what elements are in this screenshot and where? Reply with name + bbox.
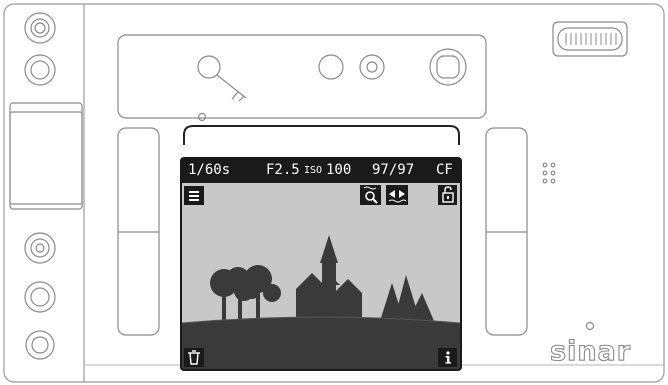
iso-label: ISO xyxy=(304,165,323,176)
magnifier-icon[interactable] xyxy=(360,185,381,205)
status-bar: 1/60s F2.5 ISO 100 97/97 CF xyxy=(180,157,462,183)
lock-icon[interactable] xyxy=(438,185,457,205)
shot-counter: 97/97 xyxy=(372,162,415,178)
status-led xyxy=(586,322,594,330)
info-icon[interactable] xyxy=(438,348,457,367)
grip-wheel[interactable] xyxy=(553,22,627,56)
aperture: F2.5 xyxy=(266,162,300,178)
speaker-grille xyxy=(541,161,557,185)
focus-arrows-icon[interactable] xyxy=(386,185,408,205)
storage-card: CF xyxy=(436,162,453,178)
shutter-speed: 1/60s xyxy=(188,162,231,178)
iso-value: 100 xyxy=(326,162,352,178)
trash-icon[interactable] xyxy=(184,348,204,367)
brand-logo: sinar xyxy=(549,336,632,367)
viewfinder-area xyxy=(182,183,460,369)
hamburger-menu-icon[interactable] xyxy=(184,186,204,205)
scene-silhouette xyxy=(182,235,460,369)
